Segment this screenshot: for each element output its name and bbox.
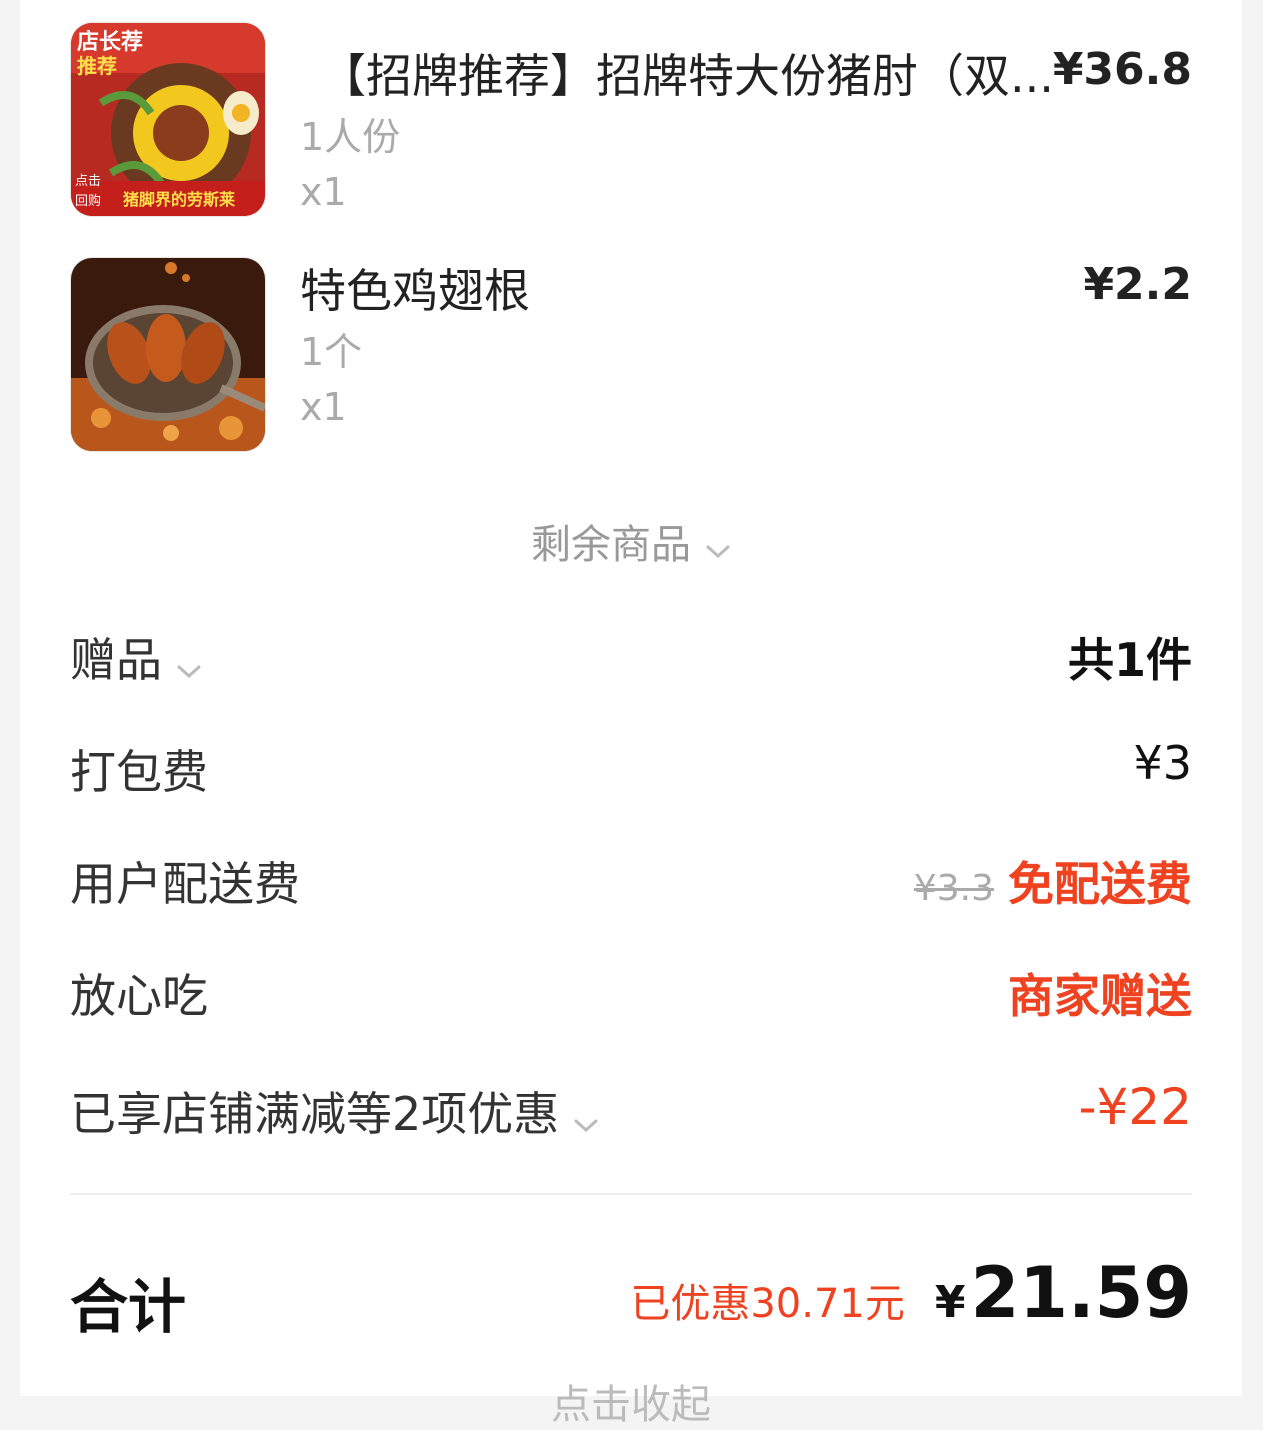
item-price: ¥2.2 — [1083, 259, 1192, 310]
chevron-down-icon — [176, 637, 202, 691]
assurance-label: 放心吃 — [70, 969, 208, 1023]
merchant-gift-text: 商家赠送 — [1008, 969, 1192, 1023]
total-summary: 已优惠30.71元 ¥ 21.59 — [630, 1252, 1192, 1334]
order-detail-card: 店长荐 推荐 点击 回购 猪脚界的劳斯莱 【招牌推荐】招牌特大份猪肘（双... … — [20, 0, 1242, 1428]
chevron-down-icon — [705, 524, 731, 570]
saved-amount: 已优惠30.71元 — [630, 1281, 905, 1327]
thumb-text: 猪脚界的劳斯莱 — [122, 190, 235, 209]
thumb-text: 店长荐 — [77, 29, 143, 55]
item-quantity: x1 — [300, 170, 347, 214]
gift-label: 赠品 — [70, 633, 162, 687]
chicken-wings-photo-icon — [71, 258, 265, 451]
packing-fee-value: ¥3 — [1133, 736, 1192, 790]
item-price: ¥36.8 — [1052, 44, 1192, 95]
collapse-toggle[interactable]: 点击收起 — [20, 1372, 1242, 1430]
order-item[interactable]: 特色鸡翅根 1个 x1 ¥2.2 — [70, 257, 1192, 452]
total-amount: 21.59 — [970, 1252, 1192, 1334]
item-spec: 1人份 — [300, 115, 401, 159]
item-quantity: x1 — [300, 385, 347, 429]
free-delivery-text: 免配送费 — [1008, 857, 1192, 911]
item-spec: 1个 — [300, 330, 363, 374]
order-item[interactable]: 店长荐 推荐 点击 回购 猪脚界的劳斯莱 【招牌推荐】招牌特大份猪肘（双... … — [70, 22, 1192, 217]
remaining-items-toggle[interactable]: 剩余商品 — [20, 512, 1242, 570]
chevron-down-icon — [573, 1091, 599, 1145]
total-label: 合计 — [70, 1273, 187, 1341]
chicken-wings-thumbnail — [70, 257, 266, 452]
assurance-row: 放心吃 商家赠送 — [70, 960, 1192, 1023]
packing-fee-row: 打包费 ¥3 — [70, 736, 1192, 799]
item-name: 特色鸡翅根 — [300, 264, 530, 318]
thumb-text: 推荐 — [77, 54, 117, 78]
discount-value: -¥22 — [1078, 1078, 1192, 1136]
gift-count: 共1件 — [1067, 633, 1192, 687]
packing-fee-label: 打包费 — [70, 745, 208, 799]
delivery-fee-value-group: ¥3.3 免配送费 — [914, 848, 1192, 914]
delivery-fee-label: 用户配送费 — [70, 857, 300, 911]
currency-symbol: ¥ — [934, 1277, 966, 1328]
gift-row[interactable]: 赠品 共1件 — [70, 624, 1192, 687]
original-delivery-fee: ¥3.3 — [913, 868, 994, 909]
delivery-fee-row: 用户配送费 ¥3.3 免配送费 — [70, 848, 1192, 911]
discount-row[interactable]: 已享店铺满减等2项优惠 -¥22 — [70, 1078, 1192, 1141]
item-name: 【招牌推荐】招牌特大份猪肘（双... — [320, 49, 1054, 103]
divider — [70, 1193, 1192, 1195]
gift-label-group: 赠品 — [70, 624, 202, 691]
discount-label-group: 已享店铺满减等2项优惠 — [70, 1078, 599, 1145]
pork-knuckle-photo-icon: 店长荐 推荐 点击 回购 猪脚界的劳斯莱 — [71, 23, 265, 216]
remaining-items-label: 剩余商品 — [531, 522, 691, 568]
pork-knuckle-thumbnail: 店长荐 推荐 点击 回购 猪脚界的劳斯莱 — [70, 22, 266, 217]
thumb-text: 点击 — [75, 174, 101, 189]
discount-label: 已享店铺满减等2项优惠 — [70, 1087, 560, 1141]
thumb-text: 回购 — [75, 193, 101, 209]
